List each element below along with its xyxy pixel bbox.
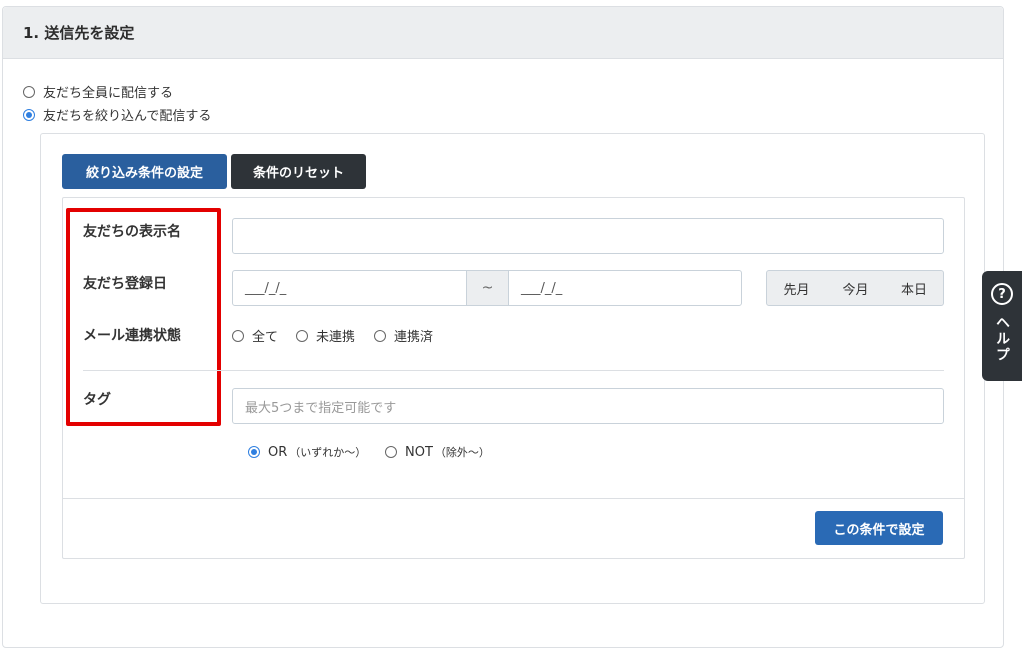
send-target-panel: 1. 送信先を設定 友だち全員に配信する 友だちを絞り込んで配信する 絞り込み条… <box>2 6 1004 648</box>
radio-send-all-label: 友だち全員に配信する <box>43 86 174 101</box>
tag-label: タグ <box>83 392 111 408</box>
panel-title: 1. 送信先を設定 <box>23 24 135 42</box>
tag-mode-or-note: （いずれか～） <box>289 446 367 459</box>
radio-send-filtered[interactable]: 友だちを絞り込んで配信する <box>23 105 211 124</box>
radio-send-all[interactable]: 友だち全員に配信する <box>23 82 173 101</box>
filter-box: 絞り込み条件の設定 条件のリセット 友だちの表示名 友だち登録日 ___/_/_… <box>40 133 985 604</box>
last-month-button[interactable]: 先月 <box>766 270 827 306</box>
mail-status-linked-label: 連携済 <box>394 330 434 345</box>
radio-send-filtered-label: 友だちを絞り込んで配信する <box>43 109 212 124</box>
registration-date-label: 友だち登録日 <box>83 276 167 292</box>
radio-circle[interactable] <box>374 329 386 342</box>
panel-header: 1. 送信先を設定 <box>3 7 1003 59</box>
date-range-separator: ~ <box>467 270 508 306</box>
help-tab[interactable]: ? ヘルプ <box>982 271 1022 381</box>
radio-circle[interactable] <box>23 85 35 98</box>
mail-status-all[interactable]: 全て <box>232 326 278 345</box>
footer-divider <box>63 498 964 499</box>
date-from-input[interactable]: ___/_/_ <box>232 270 467 306</box>
mail-status-label: メール連携状態 <box>83 328 181 344</box>
tag-mode-not-label: NOT <box>405 444 433 460</box>
tag-input[interactable]: 最大5つまで指定可能です <box>232 388 944 424</box>
tag-mode-or-label: OR <box>268 444 288 460</box>
mail-status-all-label: 全て <box>252 330 279 345</box>
radio-circle-checked[interactable] <box>248 446 260 458</box>
conditions-box: 友だちの表示名 友だち登録日 ___/_/_ ~ ___/_/_ 先月 今月 本… <box>62 197 965 559</box>
tag-mode-not-note: （除外～） <box>434 446 490 459</box>
date-to-input[interactable]: ___/_/_ <box>508 270 742 306</box>
radio-circle[interactable] <box>385 446 397 458</box>
mail-status-linked[interactable]: 連携済 <box>374 326 433 345</box>
help-question-icon: ? <box>991 283 1013 305</box>
tag-mode-not[interactable]: NOT （除外～） <box>385 444 490 460</box>
mail-status-unlinked[interactable]: 未連携 <box>296 326 355 345</box>
tag-mode-or[interactable]: OR （いずれか～） <box>248 444 366 460</box>
display-name-input[interactable] <box>232 218 944 254</box>
help-tab-label: ヘルプ <box>994 315 1010 363</box>
apply-conditions-button[interactable]: この条件で設定 <box>815 511 943 545</box>
radio-circle[interactable] <box>232 329 244 342</box>
mail-status-unlinked-label: 未連携 <box>316 330 356 345</box>
reset-conditions-button[interactable]: 条件のリセット <box>231 154 366 189</box>
filter-settings-button[interactable]: 絞り込み条件の設定 <box>62 154 227 189</box>
divider <box>83 370 944 371</box>
display-name-label: 友だちの表示名 <box>83 224 181 240</box>
this-month-button[interactable]: 今月 <box>826 270 886 306</box>
today-button[interactable]: 本日 <box>885 270 944 306</box>
radio-circle[interactable] <box>296 329 308 342</box>
radio-circle-checked[interactable] <box>23 108 35 121</box>
